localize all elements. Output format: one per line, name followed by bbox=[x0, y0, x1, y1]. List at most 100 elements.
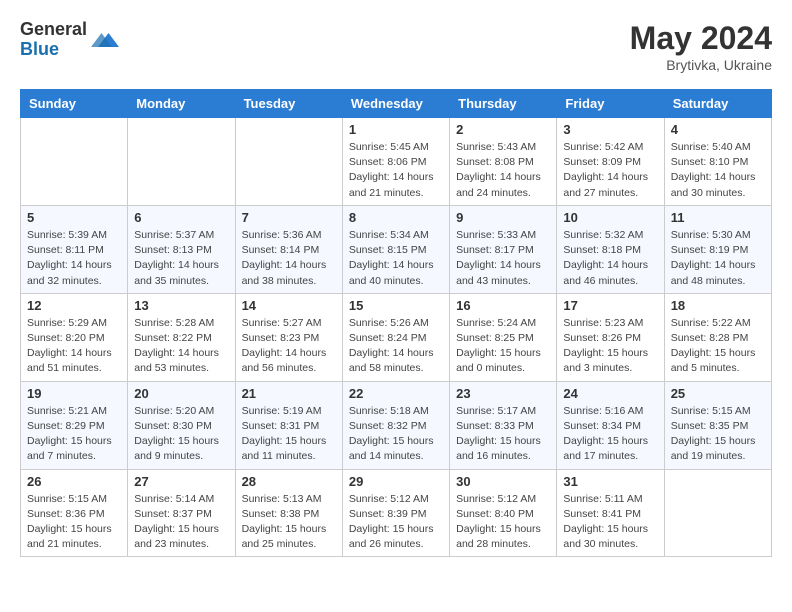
col-sunday: Sunday bbox=[21, 90, 128, 118]
table-row: 2 Sunrise: 5:43 AMSunset: 8:08 PMDaylight… bbox=[450, 118, 557, 206]
day-info: Sunrise: 5:12 AMSunset: 8:39 PMDaylight:… bbox=[349, 492, 443, 553]
day-info: Sunrise: 5:28 AMSunset: 8:22 PMDaylight:… bbox=[134, 316, 228, 377]
day-info: Sunrise: 5:24 AMSunset: 8:25 PMDaylight:… bbox=[456, 316, 550, 377]
table-row: 14 Sunrise: 5:27 AMSunset: 8:23 PMDayligh… bbox=[235, 293, 342, 381]
logo: General Blue bbox=[20, 20, 119, 60]
day-number: 24 bbox=[563, 386, 657, 401]
table-row: 29 Sunrise: 5:12 AMSunset: 8:39 PMDayligh… bbox=[342, 469, 449, 557]
day-info: Sunrise: 5:29 AMSunset: 8:20 PMDaylight:… bbox=[27, 316, 121, 377]
day-info: Sunrise: 5:34 AMSunset: 8:15 PMDaylight:… bbox=[349, 228, 443, 289]
table-row: 27 Sunrise: 5:14 AMSunset: 8:37 PMDayligh… bbox=[128, 469, 235, 557]
table-row: 17 Sunrise: 5:23 AMSunset: 8:26 PMDayligh… bbox=[557, 293, 664, 381]
day-number: 18 bbox=[671, 298, 765, 313]
table-row: 20 Sunrise: 5:20 AMSunset: 8:30 PMDayligh… bbox=[128, 381, 235, 469]
day-info: Sunrise: 5:15 AMSunset: 8:35 PMDaylight:… bbox=[671, 404, 765, 465]
day-info: Sunrise: 5:19 AMSunset: 8:31 PMDaylight:… bbox=[242, 404, 336, 465]
calendar-header-row: Sunday Monday Tuesday Wednesday Thursday… bbox=[21, 90, 772, 118]
table-row: 9Sunrise: 5:33 AMSunset: 8:17 PMDaylight… bbox=[450, 205, 557, 293]
table-row: 12 Sunrise: 5:29 AMSunset: 8:20 PMDayligh… bbox=[21, 293, 128, 381]
table-row: 7 Sunrise: 5:36 AMSunset: 8:14 PMDaylight… bbox=[235, 205, 342, 293]
logo-general-text: General bbox=[20, 20, 87, 40]
day-number: 12 bbox=[27, 298, 121, 313]
day-info: Sunrise: 5:27 AMSunset: 8:23 PMDaylight:… bbox=[242, 316, 336, 377]
table-row: 10 Sunrise: 5:32 AMSunset: 8:18 PMDayligh… bbox=[557, 205, 664, 293]
table-row: 26Sunrise: 5:15 AMSunset: 8:36 PMDayligh… bbox=[21, 469, 128, 557]
table-row: 16 Sunrise: 5:24 AMSunset: 8:25 PMDayligh… bbox=[450, 293, 557, 381]
table-row: 24 Sunrise: 5:16 AMSunset: 8:34 PMDayligh… bbox=[557, 381, 664, 469]
day-number: 5 bbox=[27, 210, 121, 225]
table-row: 3Sunrise: 5:42 AMSunset: 8:09 PMDaylight… bbox=[557, 118, 664, 206]
day-info: Sunrise: 5:37 AMSunset: 8:13 PMDaylight:… bbox=[134, 228, 228, 289]
day-number: 30 bbox=[456, 474, 550, 489]
title-block: May 2024 Brytivka, Ukraine bbox=[630, 20, 772, 73]
day-number: 29 bbox=[349, 474, 443, 489]
day-info: Sunrise: 5:36 AMSunset: 8:14 PMDaylight:… bbox=[242, 228, 336, 289]
day-number: 14 bbox=[242, 298, 336, 313]
col-wednesday: Wednesday bbox=[342, 90, 449, 118]
table-row: 15 Sunrise: 5:26 AMSunset: 8:24 PMDayligh… bbox=[342, 293, 449, 381]
day-number: 15 bbox=[349, 298, 443, 313]
day-number: 6 bbox=[134, 210, 228, 225]
day-number: 3 bbox=[563, 122, 657, 137]
day-info: Sunrise: 5:23 AMSunset: 8:26 PMDaylight:… bbox=[563, 316, 657, 377]
page-header: General Blue May 2024 Brytivka, Ukraine bbox=[20, 20, 772, 73]
day-number: 25 bbox=[671, 386, 765, 401]
day-info: Sunrise: 5:21 AMSunset: 8:29 PMDaylight:… bbox=[27, 404, 121, 465]
day-number: 27 bbox=[134, 474, 228, 489]
logo-blue-text: Blue bbox=[20, 40, 87, 60]
day-info: Sunrise: 5:30 AMSunset: 8:19 PMDaylight:… bbox=[671, 228, 765, 289]
col-friday: Friday bbox=[557, 90, 664, 118]
day-info: Sunrise: 5:11 AMSunset: 8:41 PMDaylight:… bbox=[563, 492, 657, 553]
day-info: Sunrise: 5:12 AMSunset: 8:40 PMDaylight:… bbox=[456, 492, 550, 553]
day-info: Sunrise: 5:43 AMSunset: 8:08 PMDaylight:… bbox=[456, 140, 550, 201]
day-number: 28 bbox=[242, 474, 336, 489]
table-row: 13 Sunrise: 5:28 AMSunset: 8:22 PMDayligh… bbox=[128, 293, 235, 381]
calendar-week-2: 5 Sunrise: 5:39 AMSunset: 8:11 PMDaylight… bbox=[21, 205, 772, 293]
day-number: 7 bbox=[242, 210, 336, 225]
location-subtitle: Brytivka, Ukraine bbox=[630, 57, 772, 73]
day-info: Sunrise: 5:33 AMSunset: 8:17 PMDaylight:… bbox=[456, 228, 550, 289]
day-number: 2 bbox=[456, 122, 550, 137]
day-number: 23 bbox=[456, 386, 550, 401]
day-number: 4 bbox=[671, 122, 765, 137]
day-number: 8 bbox=[349, 210, 443, 225]
day-info: Sunrise: 5:18 AMSunset: 8:32 PMDaylight:… bbox=[349, 404, 443, 465]
table-row: 8 Sunrise: 5:34 AMSunset: 8:15 PMDaylight… bbox=[342, 205, 449, 293]
calendar-week-3: 12 Sunrise: 5:29 AMSunset: 8:20 PMDayligh… bbox=[21, 293, 772, 381]
table-row: 30 Sunrise: 5:12 AMSunset: 8:40 PMDayligh… bbox=[450, 469, 557, 557]
table-row: 23Sunrise: 5:17 AMSunset: 8:33 PMDayligh… bbox=[450, 381, 557, 469]
table-row: 19 Sunrise: 5:21 AMSunset: 8:29 PMDayligh… bbox=[21, 381, 128, 469]
day-number: 16 bbox=[456, 298, 550, 313]
table-row bbox=[21, 118, 128, 206]
table-row: 1Sunrise: 5:45 AMSunset: 8:06 PMDaylight… bbox=[342, 118, 449, 206]
col-tuesday: Tuesday bbox=[235, 90, 342, 118]
day-number: 10 bbox=[563, 210, 657, 225]
day-info: Sunrise: 5:14 AMSunset: 8:37 PMDaylight:… bbox=[134, 492, 228, 553]
col-thursday: Thursday bbox=[450, 90, 557, 118]
month-title: May 2024 bbox=[630, 20, 772, 57]
day-info: Sunrise: 5:40 AMSunset: 8:10 PMDaylight:… bbox=[671, 140, 765, 201]
day-info: Sunrise: 5:26 AMSunset: 8:24 PMDaylight:… bbox=[349, 316, 443, 377]
day-number: 21 bbox=[242, 386, 336, 401]
day-info: Sunrise: 5:20 AMSunset: 8:30 PMDaylight:… bbox=[134, 404, 228, 465]
col-monday: Monday bbox=[128, 90, 235, 118]
day-number: 31 bbox=[563, 474, 657, 489]
day-info: Sunrise: 5:32 AMSunset: 8:18 PMDaylight:… bbox=[563, 228, 657, 289]
day-info: Sunrise: 5:16 AMSunset: 8:34 PMDaylight:… bbox=[563, 404, 657, 465]
calendar-table: Sunday Monday Tuesday Wednesday Thursday… bbox=[20, 89, 772, 557]
table-row: 31 Sunrise: 5:11 AMSunset: 8:41 PMDayligh… bbox=[557, 469, 664, 557]
calendar-week-1: 1Sunrise: 5:45 AMSunset: 8:06 PMDaylight… bbox=[21, 118, 772, 206]
day-number: 22 bbox=[349, 386, 443, 401]
col-saturday: Saturday bbox=[664, 90, 771, 118]
logo-icon bbox=[91, 26, 119, 54]
table-row bbox=[664, 469, 771, 557]
day-number: 13 bbox=[134, 298, 228, 313]
table-row: 5 Sunrise: 5:39 AMSunset: 8:11 PMDaylight… bbox=[21, 205, 128, 293]
calendar-week-5: 26Sunrise: 5:15 AMSunset: 8:36 PMDayligh… bbox=[21, 469, 772, 557]
day-info: Sunrise: 5:39 AMSunset: 8:11 PMDaylight:… bbox=[27, 228, 121, 289]
table-row bbox=[235, 118, 342, 206]
day-number: 26 bbox=[27, 474, 121, 489]
day-number: 17 bbox=[563, 298, 657, 313]
day-number: 20 bbox=[134, 386, 228, 401]
day-number: 19 bbox=[27, 386, 121, 401]
